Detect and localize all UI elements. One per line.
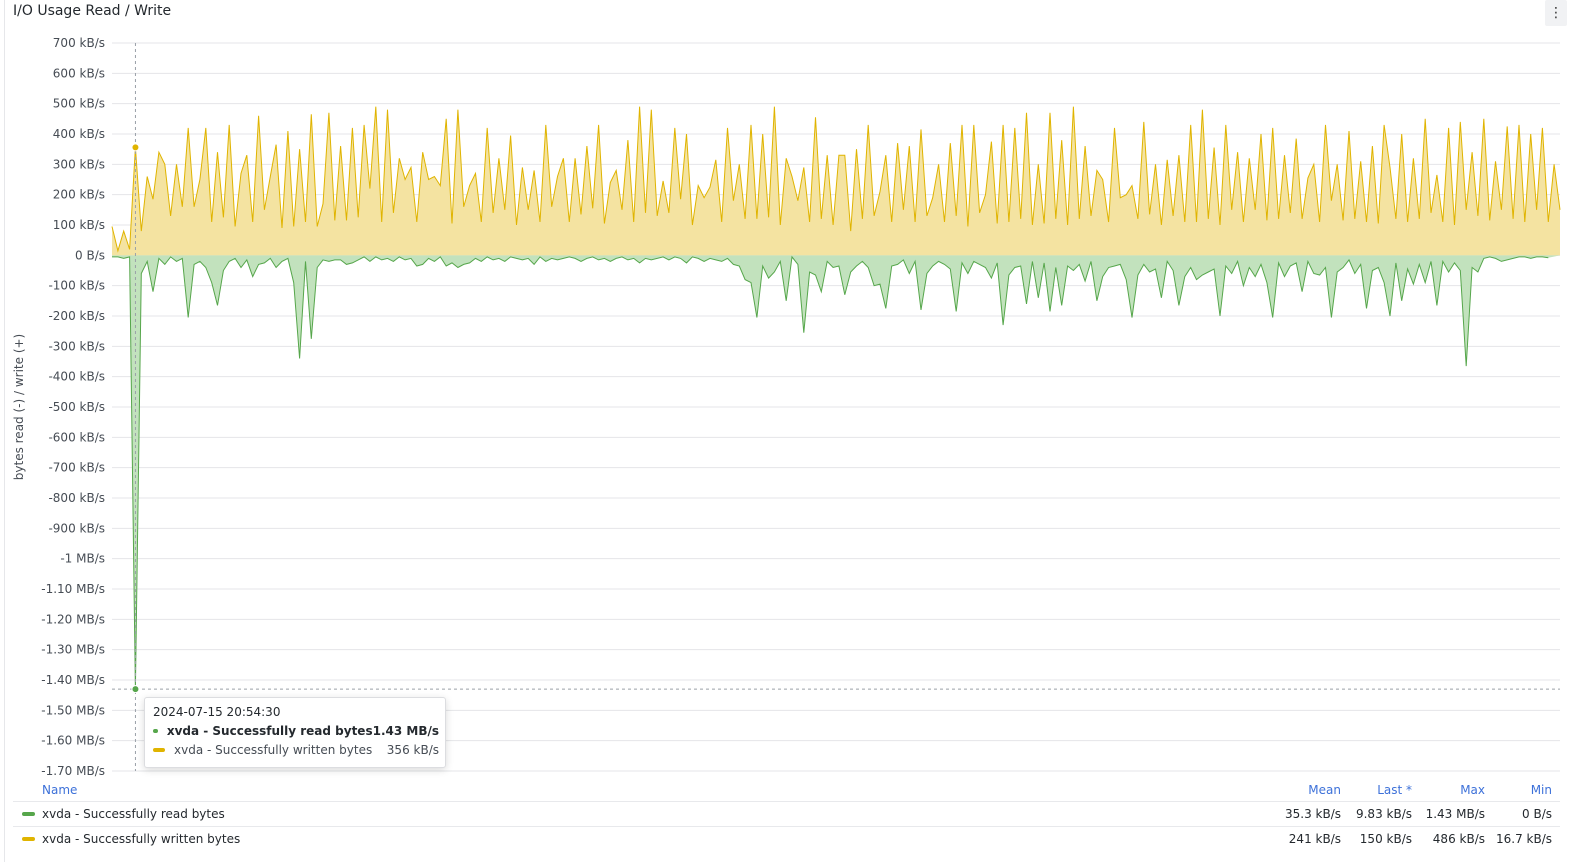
legend-header-min[interactable]: Min: [1531, 783, 1552, 797]
y-tick-label: -500 kB/s: [48, 400, 105, 414]
io-chart[interactable]: 700 kB/s 600 kB/s 500 kB/s 400 kB/s 300 kB/s…: [0, 0, 1590, 780]
legend-last: 150 kB/s: [1359, 832, 1412, 846]
read-color-swatch: [22, 812, 35, 816]
tooltip-series-value: 356 kB/s: [386, 743, 439, 757]
y-tick-label: -1.50 MB/s: [41, 703, 105, 717]
y-tick-label: 300 kB/s: [53, 157, 105, 171]
legend-last: 9.83 kB/s: [1355, 807, 1412, 821]
tooltip-series-name: xvda - Successfully written bytes: [174, 743, 373, 757]
hover-tooltip: 2024-07-15 20:54:30 xvda - Successfully …: [144, 697, 446, 768]
y-tick-label: -600 kB/s: [48, 430, 105, 444]
write-hover-point: [131, 143, 140, 152]
write-series-area: [112, 106, 1560, 256]
y-tick-label: 600 kB/s: [53, 66, 105, 80]
legend-series-name[interactable]: xvda - Successfully written bytes: [42, 832, 240, 846]
legend-series-name[interactable]: xvda - Successfully read bytes: [42, 807, 225, 821]
y-tick-label: 100 kB/s: [53, 218, 105, 232]
tooltip-series-name: xvda - Successfully read bytes: [166, 724, 373, 738]
read-series-line: [112, 255, 1549, 690]
y-tick-label: -1.20 MB/s: [41, 612, 105, 626]
read-color-swatch: [153, 729, 158, 733]
legend-min: 0 B/s: [1522, 807, 1552, 821]
legend-header-name[interactable]: Name: [42, 783, 77, 797]
legend-mean: 35.3 kB/s: [1284, 807, 1341, 821]
tooltip-series-value: 1.43 MB/s: [372, 724, 439, 738]
legend-row-write[interactable]: xvda - Successfully written bytes 241 kB…: [13, 826, 1560, 851]
y-tick-label: -1.70 MB/s: [41, 764, 105, 778]
legend-max: 1.43 MB/s: [1425, 807, 1485, 821]
y-axis-label: bytes read (-) / write (+): [12, 334, 26, 480]
tooltip-row-read: xvda - Successfully read bytes 1.43 MB/s: [153, 723, 439, 739]
y-tick-label: -1.40 MB/s: [41, 673, 105, 687]
read-hover-point: [131, 685, 140, 694]
y-tick-label: 500 kB/s: [53, 97, 105, 111]
y-tick-label: 0 B/s: [75, 248, 105, 262]
y-tick-label: -1.60 MB/s: [41, 734, 105, 748]
write-color-swatch: [153, 748, 165, 752]
legend-min: 16.7 kB/s: [1495, 832, 1552, 846]
tooltip-time: 2024-07-15 20:54:30: [153, 705, 281, 719]
write-color-swatch: [22, 837, 35, 841]
legend-header: Name Mean Last * Max Min: [13, 781, 1560, 801]
legend-header-mean[interactable]: Mean: [1308, 783, 1341, 797]
y-tick-label: -1.10 MB/s: [41, 582, 105, 596]
legend-table: Name Mean Last * Max Min xvda - Successf…: [13, 781, 1560, 851]
y-tick-label: 700 kB/s: [53, 36, 105, 50]
y-tick-label: -100 kB/s: [48, 279, 105, 293]
read-series-area: [112, 255, 1560, 690]
y-tick-label: -300 kB/s: [48, 339, 105, 353]
y-tick-label: -1.30 MB/s: [41, 643, 105, 657]
legend-row-read[interactable]: xvda - Successfully read bytes 35.3 kB/s…: [13, 801, 1560, 826]
y-tick-label: 200 kB/s: [53, 188, 105, 202]
y-tick-label: -800 kB/s: [48, 491, 105, 505]
tooltip-row-write: xvda - Successfully written bytes 356 kB…: [153, 742, 439, 758]
legend-max: 486 kB/s: [1432, 832, 1485, 846]
y-tick-label: 400 kB/s: [53, 127, 105, 141]
legend-mean: 241 kB/s: [1288, 832, 1341, 846]
y-tick-label: -900 kB/s: [48, 521, 105, 535]
y-tick-label: -200 kB/s: [48, 309, 105, 323]
legend-header-max[interactable]: Max: [1460, 783, 1485, 797]
y-tick-label: -700 kB/s: [48, 461, 105, 475]
legend-header-last[interactable]: Last *: [1377, 783, 1412, 797]
y-tick-label: -1 MB/s: [60, 552, 105, 566]
y-tick-label: -400 kB/s: [48, 370, 105, 384]
